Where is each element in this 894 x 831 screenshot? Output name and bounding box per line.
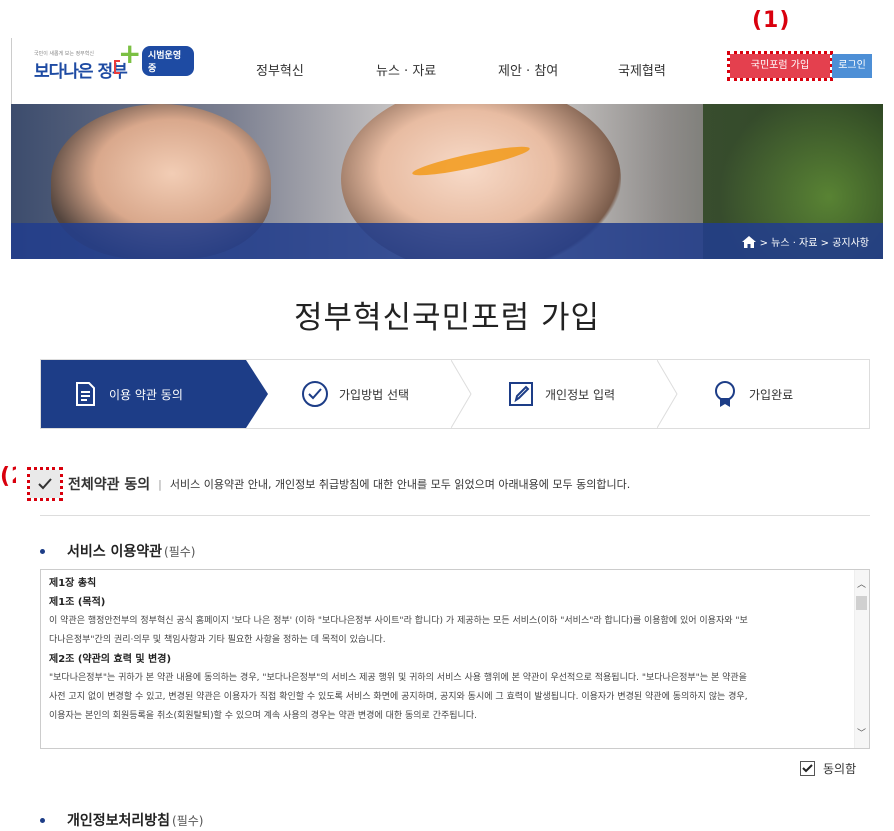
page-title: 정부혁신국민포럼 가입: [293, 300, 601, 336]
breadcrumb-path[interactable]: > 뉴스 · 자료 > 공지사항: [760, 234, 869, 249]
site-logo[interactable]: 국민이 새롭게 보는 정부혁신 보다나은 정부 + 시범운영중: [34, 37, 194, 82]
hero-banner: > 뉴스 · 자료 > 공지사항: [11, 104, 883, 259]
step-label: 가입방법 선택: [339, 387, 410, 402]
forum-join-button[interactable]: 국민포럼 가입: [727, 51, 833, 81]
terms-article-2-line: 사전 고지 없이 변경할 수 있고, 변경된 약관은 이용자가 직접 확인할 수…: [49, 692, 748, 702]
step-arrow: [246, 360, 268, 428]
terms-article-2-line: 이용자는 본인의 회원등록을 취소(회원탈퇴)할 수 있으며 계속 사용의 경우…: [49, 711, 477, 721]
nav-item-innovation[interactable]: 정부혁신: [256, 60, 304, 79]
breadcrumb: > 뉴스 · 자료 > 공지사항: [741, 234, 869, 249]
divider: [40, 515, 870, 516]
checkmark-icon: [802, 764, 813, 773]
beta-badge: 시범운영중: [142, 46, 194, 76]
agree-all-title: 전체약관 동의: [68, 477, 151, 493]
terms-agree-row: 동의함: [800, 760, 856, 777]
terms-textbox[interactable]: 제1장 총칙 제1조 (목적) 이 약관은 행정안전부의 정부혁신 공식 홈페이…: [40, 569, 870, 749]
step-separator: [657, 360, 678, 428]
agree-all-checkbox[interactable]: [27, 467, 63, 501]
terms-article-1-line: 다나은정부"간의 권리·의무 및 책임사항과 기타 필요한 사항을 정하는 데 …: [49, 635, 386, 645]
checkmark-icon: [38, 478, 52, 490]
step-label: 가입완료: [749, 387, 794, 402]
step-complete: 가입완료: [681, 360, 793, 428]
terms-chapter: 제1장 총칙: [49, 578, 97, 589]
nav-item-news[interactable]: 뉴스 · 자료: [376, 60, 436, 79]
nav-item-proposal[interactable]: 제안 · 참여: [498, 60, 558, 79]
step-terms: 이용 약관 동의: [41, 360, 246, 428]
award-icon: [715, 381, 735, 407]
privacy-section-title: 개인정보처리방침 (필수): [40, 810, 204, 830]
terms-section-title: 서비스 이용약관 (필수): [40, 541, 196, 561]
step-separator: [451, 360, 472, 428]
terms-article-1-line: 이 약관은 행정안전부의 정부혁신 공식 홈페이지 '보다 나은 정부' (이하…: [49, 616, 748, 626]
terms-agree-checkbox[interactable]: [800, 761, 815, 776]
terms-agree-label: 동의함: [823, 762, 857, 776]
login-button[interactable]: 로그인: [832, 54, 872, 78]
terms-article-1-title: 제1조 (목적): [49, 597, 106, 608]
required-tag: (필수): [164, 544, 196, 559]
callout-label-1: (1): [752, 8, 791, 33]
agree-all-description: 서비스 이용약관 안내, 개인정보 취급방침에 대한 안내를 모두 읽었으며 아…: [169, 478, 631, 491]
privacy-title: 개인정보처리방침: [67, 813, 171, 829]
terms-article-2-title: 제2조 (약관의 효력 및 변경): [49, 654, 172, 665]
agree-all-row: 전체약관 동의 | 서비스 이용약관 안내, 개인정보 취급방침에 대한 안내를…: [27, 467, 631, 501]
nav-item-international[interactable]: 국제협력: [618, 60, 666, 79]
required-tag: (필수): [172, 813, 204, 828]
signup-steps: 이용 약관 동의 가입방법 선택 개인정보 입력 가입완료: [40, 359, 870, 429]
bullet-icon: [40, 548, 45, 554]
scrollbar[interactable]: ︿ ﹀: [854, 570, 869, 748]
logo-text: 보다나은 정부: [34, 62, 128, 82]
step-label: 개인정보 입력: [545, 387, 616, 402]
document-icon: [76, 382, 95, 406]
scroll-up-icon[interactable]: ︿: [857, 576, 866, 595]
bullet-icon: [40, 817, 45, 823]
step-label: 이용 약관 동의: [109, 387, 183, 402]
scrollbar-thumb[interactable]: [856, 596, 867, 610]
step-info: 개인정보 입력: [477, 360, 615, 428]
check-circle-icon: [302, 381, 328, 407]
home-icon[interactable]: [741, 235, 756, 248]
logo-tagline: 국민이 새롭게 보는 정부혁신: [34, 51, 94, 57]
scroll-down-icon[interactable]: ﹀: [857, 725, 866, 744]
terms-article-2-line: "보다나은정부"는 귀하가 본 약관 내용에 동의하는 경우, "보다나은정부"…: [49, 673, 747, 683]
pencil-icon: [509, 382, 533, 406]
site-header: 국민이 새롭게 보는 정부혁신 보다나은 정부 + 시범운영중 정부혁신 뉴스 …: [11, 38, 883, 104]
plus-icon: +: [118, 37, 142, 70]
agree-all-separator: |: [158, 477, 162, 491]
callout-label-2: (2): [0, 464, 16, 489]
step-method: 가입방법 선택: [271, 360, 409, 428]
terms-title: 서비스 이용약관: [67, 544, 163, 560]
